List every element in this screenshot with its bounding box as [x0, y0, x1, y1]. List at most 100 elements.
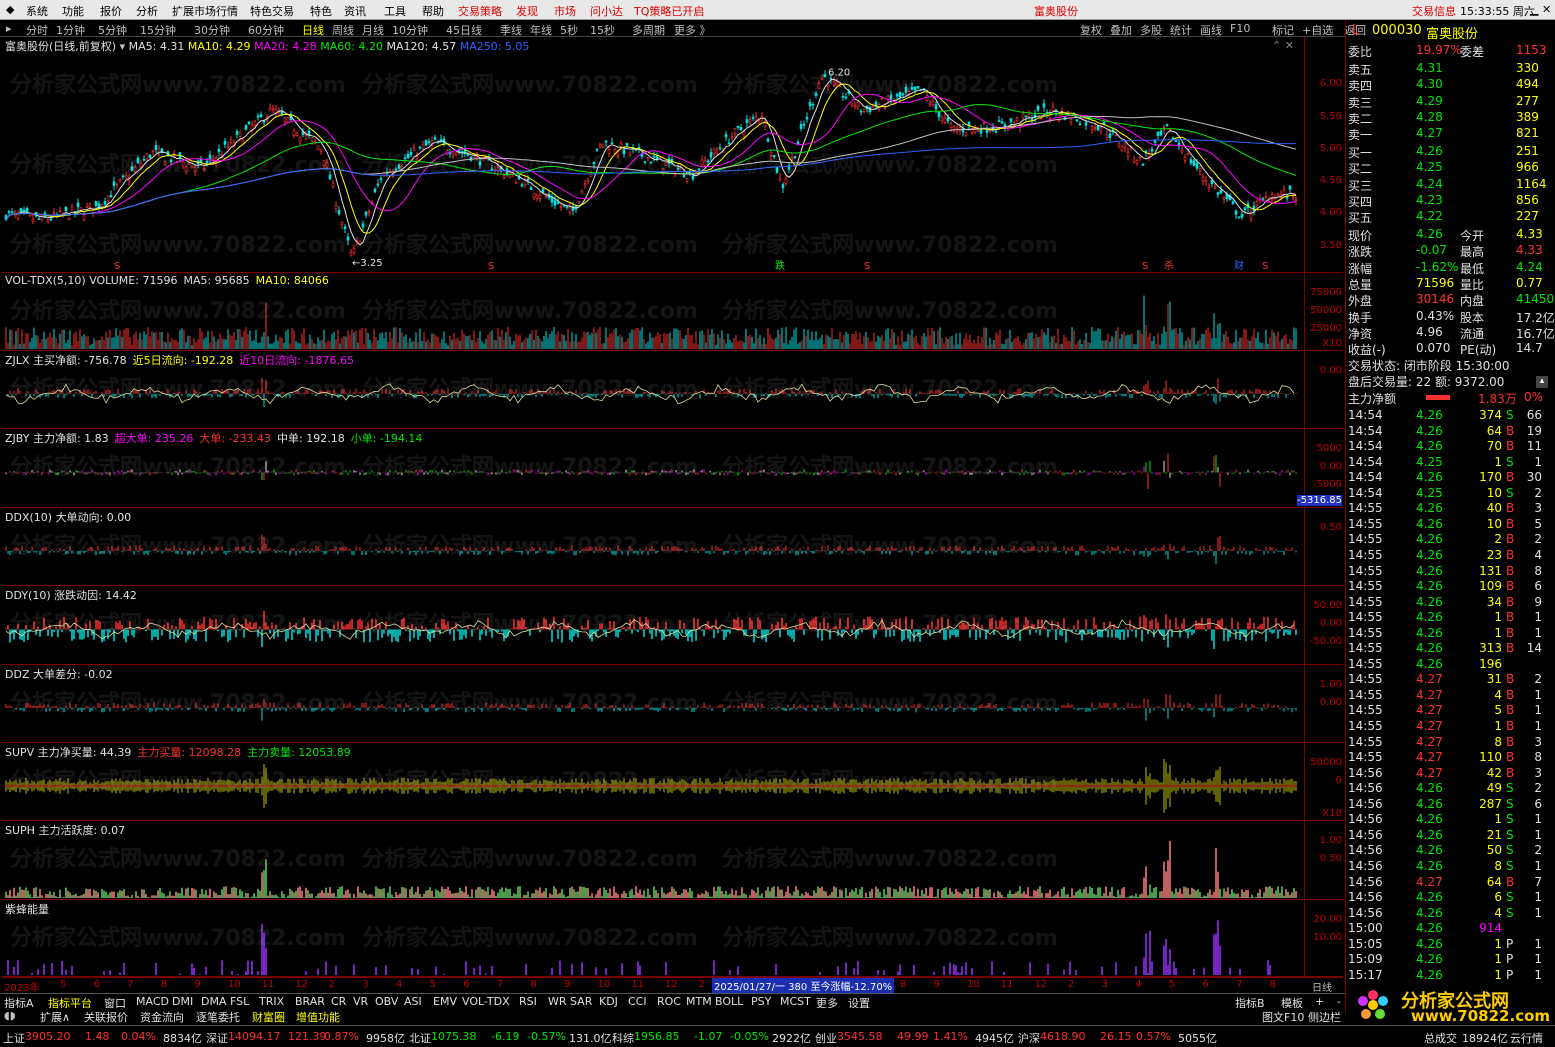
- index-name[interactable]: 上证: [3, 1030, 25, 1046]
- indicator-tab[interactable]: DMI: [172, 995, 193, 1008]
- indicator-tab[interactable]: ROC: [657, 995, 681, 1008]
- period-tab[interactable]: 周线: [332, 22, 354, 38]
- ddx-pane[interactable]: DDX(10) 大单动向: 0.00 分析家公式网www.70822.com 分析家…: [2, 508, 1343, 586]
- tq-status[interactable]: TQ策略已开启: [634, 3, 704, 19]
- indicator-tab[interactable]: KDJ: [599, 995, 618, 1008]
- signal-marker[interactable]: S: [114, 261, 120, 272]
- period-tab[interactable]: 日线: [302, 22, 324, 38]
- toolbar-button[interactable]: +自选: [1302, 22, 1333, 38]
- period-tab[interactable]: 15分钟: [140, 22, 176, 38]
- menu-item[interactable]: 报价: [100, 3, 122, 19]
- function-tab-right[interactable]: 侧边栏: [1308, 1009, 1341, 1025]
- menu-item[interactable]: 功能: [62, 3, 84, 19]
- index-name[interactable]: 创业: [815, 1030, 837, 1046]
- indicator-tab[interactable]: CCI: [628, 995, 647, 1008]
- function-tab[interactable]: 逐笔委托: [196, 1009, 240, 1025]
- menu-item[interactable]: 特色交易: [250, 3, 294, 19]
- menu-item[interactable]: 工具: [384, 3, 406, 19]
- indicator-tab[interactable]: VOL-TDX: [462, 995, 510, 1008]
- vol-pane[interactable]: VOL-TDX(5,10) VOLUME: 71596 MA5: 95685 MA1…: [2, 273, 1343, 351]
- period-tab[interactable]: 年线: [530, 22, 552, 38]
- signal-marker[interactable]: S: [488, 261, 494, 272]
- indicator-tab[interactable]: FSL: [230, 995, 249, 1008]
- indicator-tab[interactable]: TRIX: [259, 995, 284, 1008]
- find-button[interactable]: 发现: [516, 3, 538, 19]
- indicator-tab[interactable]: MCST: [780, 995, 811, 1008]
- period-tab[interactable]: 1分钟: [56, 22, 85, 38]
- period-tab[interactable]: 30分钟: [194, 22, 230, 38]
- indicator-tab[interactable]: MACD: [136, 995, 169, 1008]
- period-tab[interactable]: 45日线: [446, 22, 482, 38]
- toolbar-button[interactable]: 画线: [1200, 22, 1222, 38]
- signal-marker[interactable]: S: [864, 261, 870, 272]
- zjlx-pane[interactable]: ZJLX 主买净额: -756.78 近5日流向: -192.28 近10日流向: …: [2, 351, 1343, 429]
- toolbar-button[interactable]: 叠加: [1110, 22, 1132, 38]
- period-tab[interactable]: 多周期: [632, 22, 665, 38]
- period-tab[interactable]: 更多 》: [674, 22, 711, 38]
- menu-item[interactable]: 扩展市场行情: [172, 3, 238, 19]
- indicator-tab[interactable]: ASI: [404, 995, 422, 1008]
- indicator-tab-right[interactable]: -: [1337, 995, 1341, 1008]
- index-name[interactable]: 北证: [409, 1030, 431, 1046]
- period-tab[interactable]: 15秒: [590, 22, 615, 38]
- period-tab[interactable]: 分时: [26, 22, 48, 38]
- function-tab[interactable]: 扩展∧: [40, 1009, 70, 1025]
- indicator-tab-right[interactable]: +: [1315, 995, 1324, 1008]
- indicator-tab[interactable]: RSI: [519, 995, 537, 1008]
- kline-canvas[interactable]: 6.20 ←3.25 S S 跌 S S 杀 财 S: [2, 37, 1302, 273]
- period-tab[interactable]: 月线: [362, 22, 384, 38]
- signal-marker[interactable]: S: [1262, 261, 1268, 272]
- cloud-quote-button[interactable]: 云行情: [1510, 1030, 1543, 1046]
- toggle-switch[interactable]: ◖◗: [4, 1009, 16, 1022]
- function-tab[interactable]: 财富圈: [252, 1009, 285, 1025]
- ddz-pane[interactable]: DDZ 大单差分: -0.02 分析家公式网www.70822.com 分析家公式网…: [2, 665, 1343, 743]
- indicator-tab[interactable]: BOLL: [715, 995, 743, 1008]
- ask-button[interactable]: 问小达: [590, 3, 623, 19]
- suph-pane[interactable]: SUPH 主力活跃度: 0.07 分析家公式网www.70822.com 分析家公式…: [2, 821, 1343, 900]
- strategy-button[interactable]: 交易策略: [458, 3, 502, 19]
- trade-info-button[interactable]: 交易信息: [1412, 3, 1456, 19]
- toolbar-button[interactable]: 复权: [1080, 22, 1102, 38]
- indicator-tab[interactable]: SAR: [570, 995, 592, 1008]
- indicator-tab[interactable]: CR: [331, 995, 346, 1008]
- index-name[interactable]: 沪深: [1018, 1030, 1040, 1046]
- period-tab[interactable]: 5分钟: [98, 22, 127, 38]
- signal-marker[interactable]: 跌: [775, 259, 785, 272]
- period-tab[interactable]: 季线: [500, 22, 522, 38]
- index-name[interactable]: 深证: [206, 1030, 228, 1046]
- collapse-icon[interactable]: ▴: [1536, 376, 1548, 388]
- period-tab[interactable]: 60分钟: [248, 22, 284, 38]
- period-tab[interactable]: 5秒: [560, 22, 578, 38]
- menu-item[interactable]: 系统: [26, 3, 48, 19]
- function-tab[interactable]: 资金流向: [140, 1009, 184, 1025]
- toolbar-button[interactable]: 标记: [1272, 22, 1294, 38]
- zjby-pane[interactable]: ZJBY 主力净额: 1.83 超大单: 235.26 大单: -233.43 中单:…: [2, 429, 1343, 508]
- toolbar-button[interactable]: 多股: [1140, 22, 1162, 38]
- main-kline-pane[interactable]: 富奥股份(日线,前复权) ▾ MA5: 4.31 MA10: 4.29 MA20…: [2, 37, 1343, 273]
- indicator-tab[interactable]: DMA: [201, 995, 227, 1008]
- indicator-tab[interactable]: WR: [548, 995, 567, 1008]
- function-tab[interactable]: 关联报价: [84, 1009, 128, 1025]
- supv-pane[interactable]: SUPV 主力净买量: 44.39 主力买量: 12098.28 主力卖量: 120…: [2, 743, 1343, 821]
- function-tab[interactable]: 增值功能: [296, 1009, 340, 1025]
- menu-item[interactable]: 帮助: [422, 3, 444, 19]
- function-tab-right[interactable]: 图文F10: [1262, 1009, 1304, 1025]
- indicator-tab[interactable]: BRAR: [295, 995, 325, 1008]
- market-button[interactable]: 市场: [554, 3, 576, 19]
- indicator-tab[interactable]: OBV: [375, 995, 398, 1008]
- menu-item[interactable]: 特色: [310, 3, 332, 19]
- app-icon[interactable]: ◆: [6, 3, 14, 16]
- index-name[interactable]: 科综: [612, 1030, 634, 1046]
- signal-marker[interactable]: 财: [1234, 259, 1244, 272]
- ddy-pane[interactable]: DDY(10) 涨跌动因: 14.42 分析家公式网www.70822.com 分析…: [2, 586, 1343, 665]
- window-controls[interactable]: ▁ ✕: [1530, 3, 1551, 16]
- zfnl-pane[interactable]: 紫蜂能量 分析家公式网www.70822.com 分析家公式网www.70822.…: [2, 900, 1343, 977]
- indicator-tab[interactable]: VR: [353, 995, 368, 1008]
- menu-item[interactable]: 资讯: [344, 3, 366, 19]
- signal-marker[interactable]: S: [1142, 261, 1148, 272]
- menu-item[interactable]: 分析: [136, 3, 158, 19]
- indicator-tab[interactable]: EMV: [433, 995, 457, 1008]
- period-tab[interactable]: 10分钟: [392, 22, 428, 38]
- indicator-tab[interactable]: PSY: [751, 995, 771, 1008]
- toolbar-button[interactable]: 统计: [1170, 22, 1192, 38]
